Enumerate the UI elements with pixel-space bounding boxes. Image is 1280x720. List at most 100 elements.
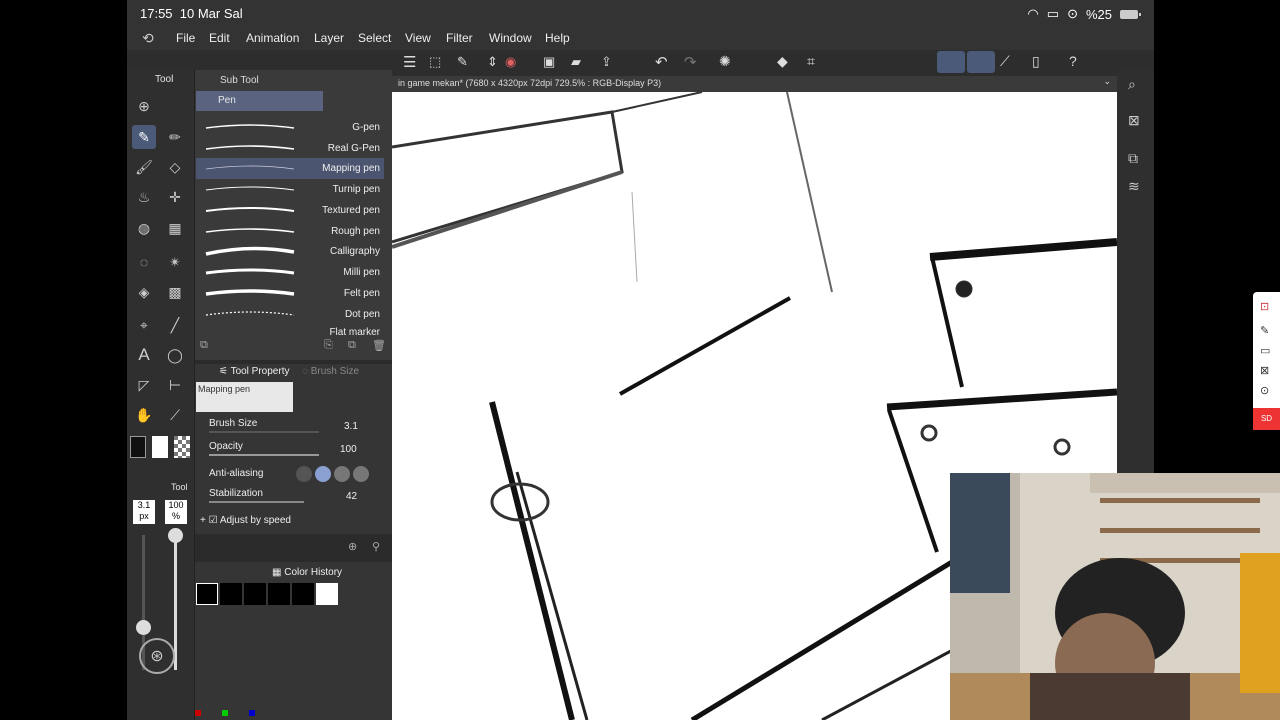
line-tool-icon[interactable]: ╱ [163, 313, 187, 337]
phone-icon[interactable]: ▯ [1032, 53, 1040, 70]
new-file-icon[interactable]: ▣ [543, 54, 555, 70]
download-icon[interactable]: ⊕ [132, 94, 156, 118]
magic-wand-icon[interactable]: ✴ [163, 250, 187, 274]
eyedropper-icon[interactable]: ⟋ [163, 403, 187, 427]
crop-icon[interactable]: ⌗ [807, 53, 815, 70]
pen-item-textured-pen[interactable]: Textured pen [196, 200, 384, 221]
transparent-color-swatch[interactable] [174, 436, 190, 458]
stepper-icon[interactable]: ⇕ [487, 54, 498, 70]
pen-item-milli-pen[interactable]: Milli pen [196, 262, 384, 283]
pen-item-turnip-pen[interactable]: Turnip pen [196, 179, 384, 200]
redo-icon[interactable]: ↷ [684, 53, 697, 71]
opacity-slider-track[interactable] [174, 535, 177, 670]
help-icon[interactable]: ? [1069, 53, 1077, 69]
history-swatch-black-4[interactable] [268, 583, 290, 605]
brush-size-tab[interactable]: ◌ Brush Size [302, 366, 359, 377]
history-swatch-black-1[interactable] [196, 583, 218, 605]
opacity-slider-handle[interactable] [168, 528, 183, 543]
brush-size-slider[interactable] [209, 431, 319, 433]
pen-group-tab[interactable]: Pen [196, 91, 323, 111]
modifier-key-icon[interactable]: ⊛ [139, 638, 175, 674]
eraser-tool-icon[interactable]: ◇ [163, 155, 187, 179]
menu-window[interactable]: Window [489, 31, 532, 45]
hand-tool-icon[interactable]: ✋ [132, 403, 156, 427]
menu-layer[interactable]: Layer [314, 31, 344, 45]
menu-select[interactable]: Select [358, 31, 391, 45]
balloon-tool-icon[interactable]: ◯ [163, 343, 187, 367]
search-icon[interactable]: ⌕ [1128, 76, 1136, 93]
app-logo-icon[interactable]: ⟲ [142, 30, 154, 47]
cut-side-icon[interactable]: ⊠ [1260, 364, 1269, 377]
sd-badge[interactable]: SD [1253, 408, 1280, 430]
stabilization-value[interactable]: 42 [346, 491, 357, 502]
window-side-icon[interactable]: ▭ [1260, 344, 1270, 357]
history-swatch-white[interactable] [316, 583, 338, 605]
navigator-icon[interactable]: ⊠ [1128, 112, 1140, 129]
sub-color-swatch[interactable] [152, 436, 168, 458]
menu-edit[interactable]: Edit [209, 31, 230, 45]
pen-pressure-icon[interactable]: ⟋ [1000, 53, 1010, 70]
ruler-tool-icon[interactable]: ⊢ [163, 373, 187, 397]
menu-help[interactable]: Help [545, 31, 570, 45]
adjust-by-speed[interactable]: + ☑ Adjust by speed [200, 515, 291, 526]
tool-search-icon[interactable]: ⚲ [372, 540, 380, 553]
layer-property-icon[interactable]: ⧉ [1128, 150, 1138, 167]
snap-ruler-button[interactable] [937, 51, 965, 73]
delete-subtool-icon[interactable]: 🗑 [372, 339, 386, 352]
layers-icon[interactable]: ≋ [1128, 178, 1140, 195]
brush-size-value[interactable]: 3.1 [344, 421, 358, 432]
brush-tool-icon[interactable]: 🖌 [132, 155, 156, 179]
main-color-swatch[interactable] [130, 436, 146, 458]
gradient-icon[interactable]: ▩ [163, 280, 187, 304]
tool-property-tab[interactable]: ⚟ Tool Property [219, 366, 289, 377]
figure-icon[interactable]: ▦ [163, 216, 187, 240]
snap-special-button[interactable] [967, 51, 995, 73]
stabilization-slider[interactable] [209, 501, 304, 503]
undo-icon[interactable]: ↶ [655, 53, 668, 71]
record-side-icon[interactable]: ⊡ [1260, 300, 1269, 313]
blend-icon[interactable]: ◍ [132, 216, 156, 240]
transform-icon[interactable]: ✎ [457, 54, 468, 70]
resize-icon[interactable]: ⬚ [429, 54, 441, 70]
subtool-tab[interactable]: Sub Tool [220, 75, 259, 86]
pen-tool-icon[interactable]: ✎ [132, 125, 156, 149]
pen-item-calligraphy[interactable]: Calligraphy [196, 241, 384, 262]
menu-file[interactable]: File [176, 31, 195, 45]
text-tool-icon[interactable]: A [132, 343, 156, 367]
antialias-selector[interactable] [296, 466, 374, 482]
history-swatch-black-5[interactable] [292, 583, 314, 605]
tool-tab[interactable]: Tool [155, 74, 173, 85]
pencil-tool-icon[interactable]: ✏ [163, 125, 187, 149]
chevron-down-icon[interactable]: ⌄ [1103, 76, 1111, 87]
decoration-icon[interactable]: ✛ [163, 185, 187, 209]
subtool-settings-icon[interactable]: ⧉ [200, 339, 208, 352]
history-swatch-black-2[interactable] [220, 583, 242, 605]
open-folder-icon[interactable]: ▰ [571, 54, 581, 70]
lasso-icon[interactable]: ◌ [132, 250, 156, 274]
size-slider-handle[interactable] [136, 620, 151, 635]
menu-animation[interactable]: Animation [246, 31, 299, 45]
export-icon[interactable]: ⇪ [601, 54, 612, 70]
history-swatch-black-3[interactable] [244, 583, 266, 605]
pen-item-rough-pen[interactable]: Rough pen [196, 221, 384, 242]
opacity-value[interactable]: 100 [340, 444, 357, 455]
fill-icon[interactable]: ◆ [777, 53, 788, 70]
record-icon[interactable]: ◉ [505, 54, 516, 70]
menu-filter[interactable]: Filter [446, 31, 473, 45]
pen-item-felt-pen[interactable]: Felt pen [196, 283, 384, 304]
pen-item-g-pen[interactable]: G-pen [196, 117, 384, 138]
opacity-slider[interactable] [209, 454, 319, 456]
pen-item-real-g-pen[interactable]: Real G-Pen [196, 138, 384, 159]
pen-item-mapping-pen[interactable]: Mapping pen [196, 158, 384, 179]
menu-icon[interactable]: ☰ [403, 53, 416, 71]
frame-tool-icon[interactable]: ◸ [132, 373, 156, 397]
pen-item-dot-pen[interactable]: Dot pen [196, 304, 384, 325]
pen-item-flat-marker[interactable]: Flat marker [196, 324, 384, 336]
menu-view[interactable]: View [405, 31, 431, 45]
color-history-title[interactable]: ▦ Color History [272, 567, 342, 578]
loading-icon[interactable]: ✺ [719, 53, 731, 70]
pen-side-icon[interactable]: ✎ [1260, 324, 1269, 337]
fill-tool-icon[interactable]: ◈ [132, 280, 156, 304]
duplicate-subtool-icon[interactable]: ⎘ [324, 339, 333, 352]
reset-icon[interactable]: ⊕ [348, 540, 357, 553]
